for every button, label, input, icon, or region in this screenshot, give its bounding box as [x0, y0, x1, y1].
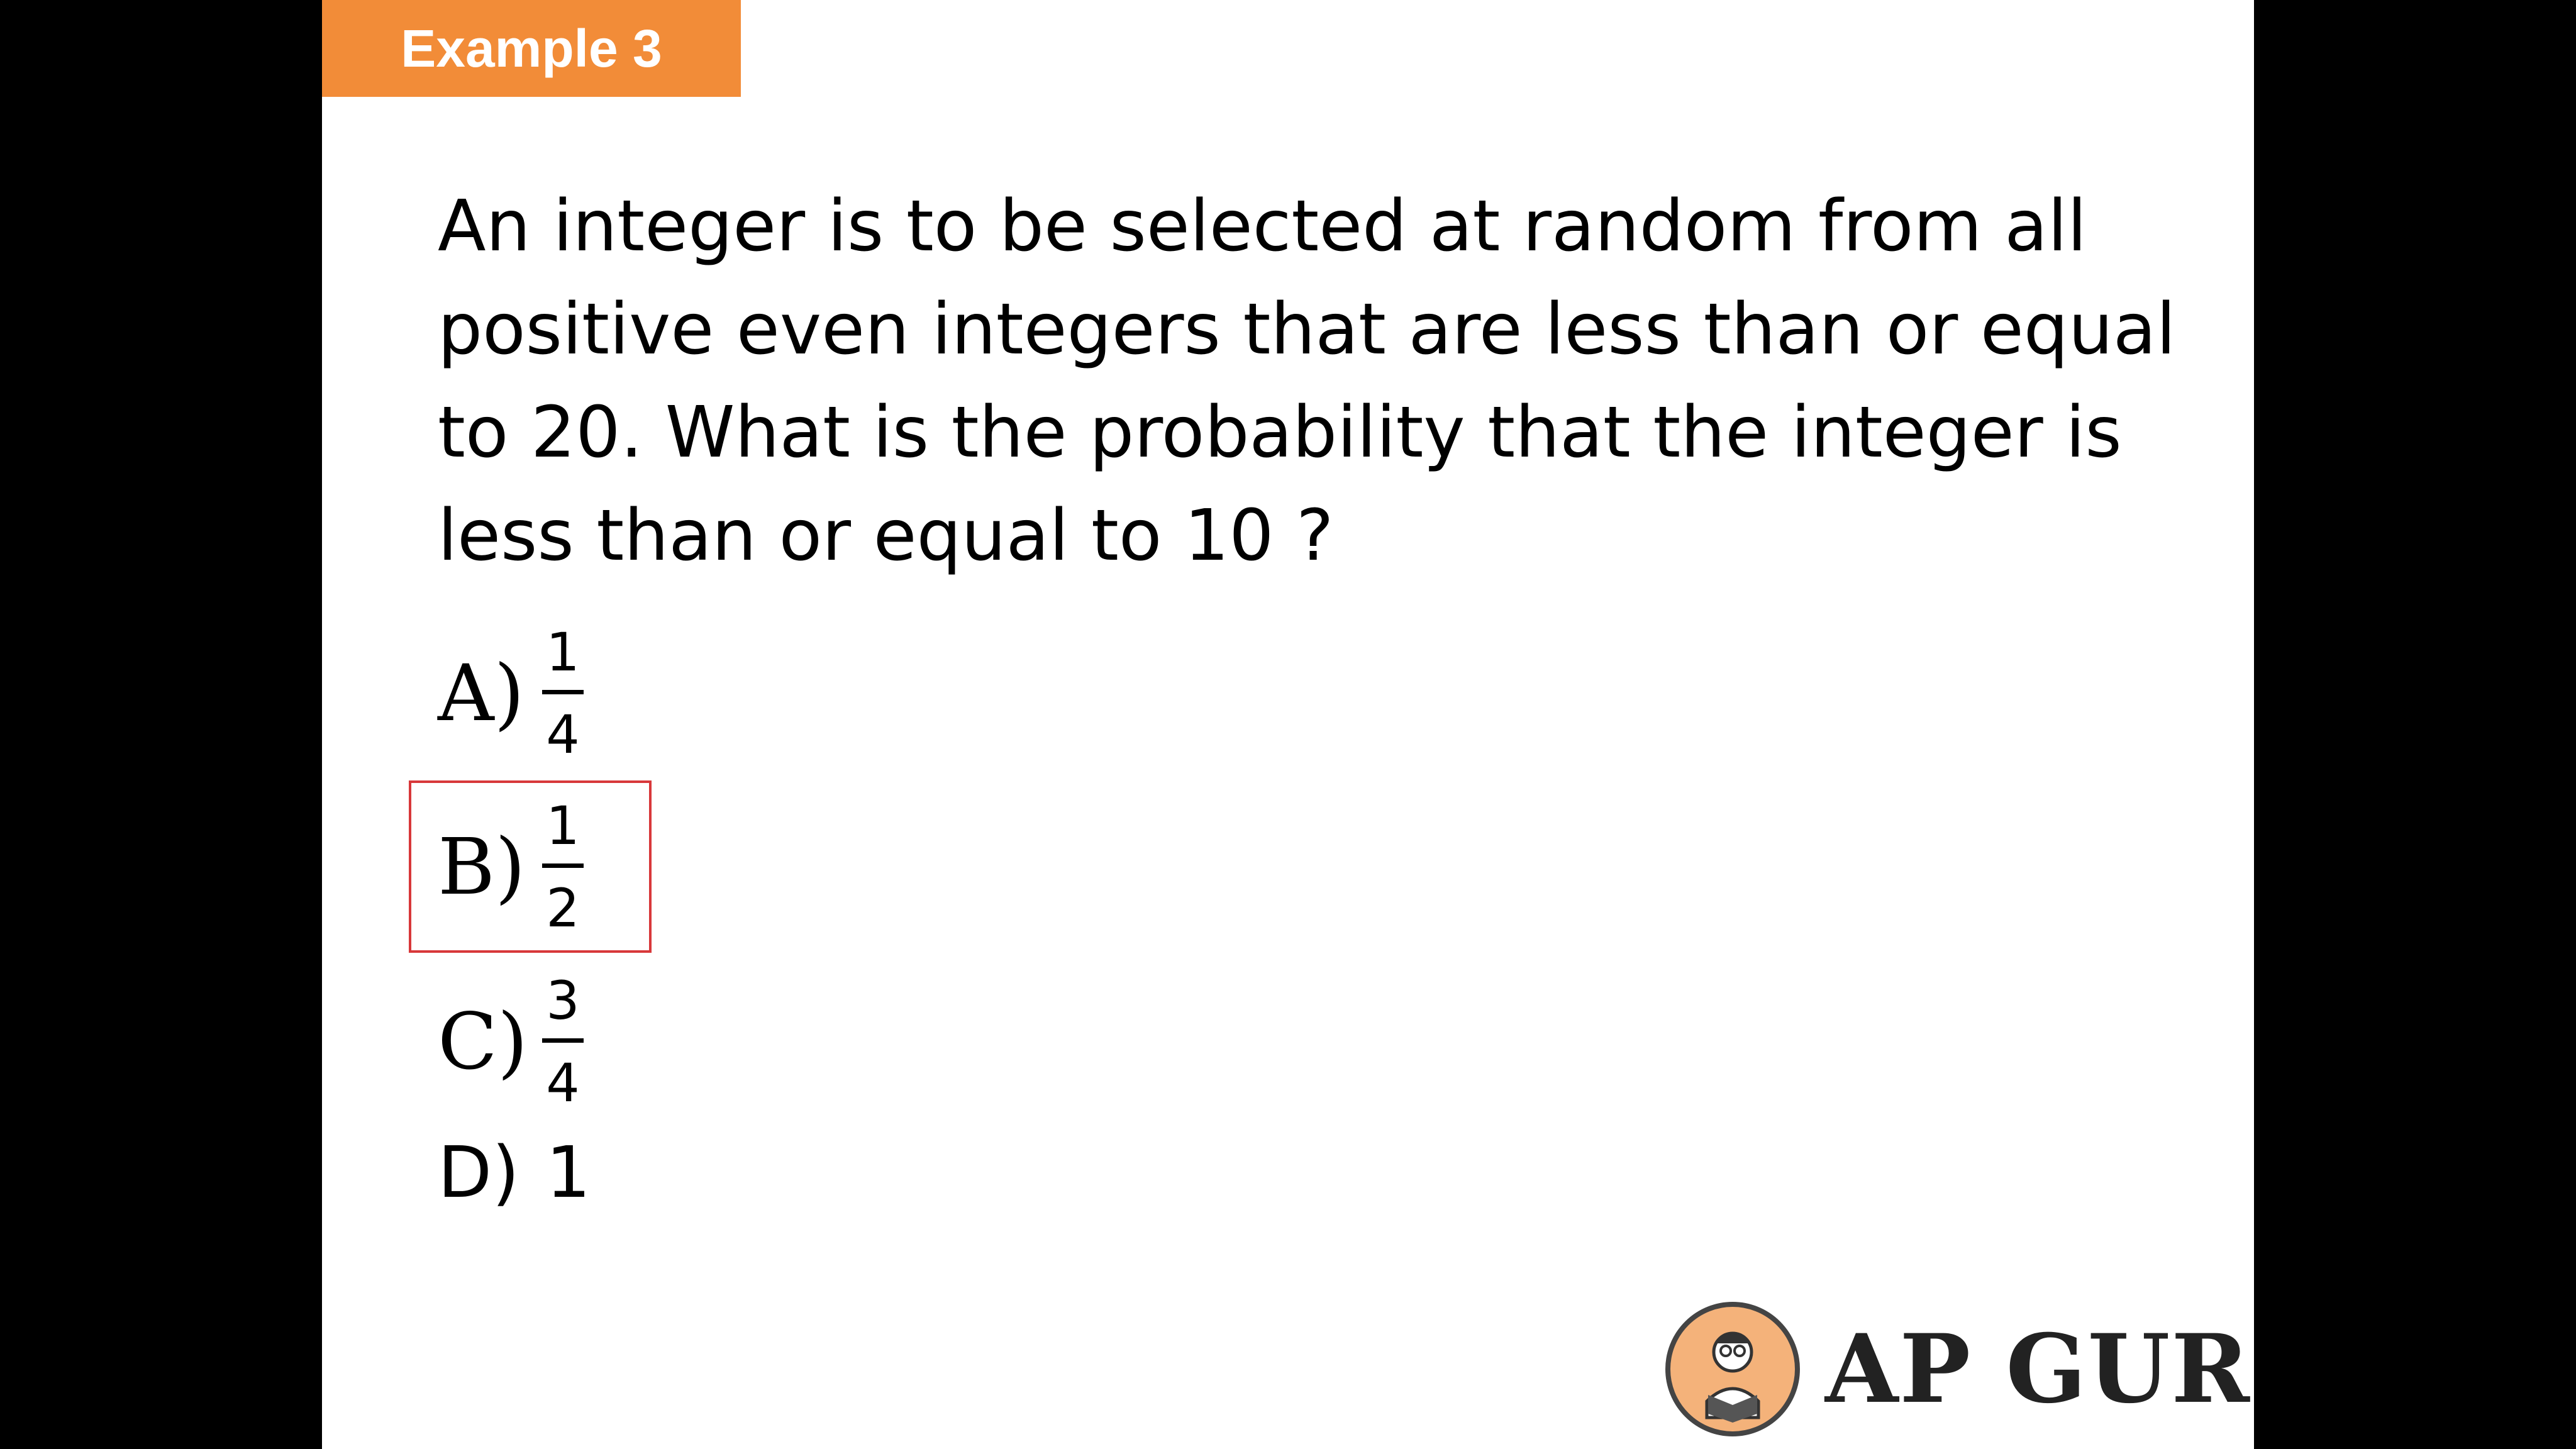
example-tag: Example 3 [322, 0, 741, 97]
option-b-denominator: 2 [546, 877, 580, 939]
example-tag-label: Example 3 [401, 18, 662, 78]
option-a-fraction: 1 4 [542, 619, 584, 767]
option-c-letter: C) [438, 996, 528, 1087]
question-text: An integer is to be selected at random f… [438, 175, 2211, 587]
question-line: positive even integers that are less tha… [438, 289, 2176, 370]
screen: Example 3 An integer is to be selected a… [0, 0, 2576, 1449]
question-line: to 20. What is the probability that the … [438, 392, 2122, 474]
fraction-bar [542, 863, 584, 868]
option-b: B) 1 2 [438, 793, 584, 941]
option-d: D) 1 [438, 1132, 591, 1214]
logo-text: AP GURU [1825, 1314, 2254, 1424]
question-line: An integer is to be selected at random f… [438, 186, 2087, 267]
option-a-numerator: 1 [546, 621, 580, 683]
reader-mascot-icon [1665, 1302, 1800, 1436]
question-line: less than or equal to 10 ? [438, 495, 1334, 577]
ap-guru-logo: AP GURU [1665, 1302, 2254, 1436]
option-d-letter: D) [438, 1132, 519, 1214]
option-a-letter: A) [438, 648, 525, 739]
option-c-denominator: 4 [546, 1052, 580, 1114]
option-d-value: 1 [546, 1132, 591, 1214]
fraction-bar [542, 690, 584, 694]
fraction-bar [542, 1038, 584, 1043]
option-b-letter: B) [438, 821, 526, 913]
option-c: C) 3 4 [438, 968, 584, 1116]
option-a-denominator: 4 [546, 704, 580, 765]
option-b-numerator: 1 [546, 795, 580, 857]
slide: Example 3 An integer is to be selected a… [322, 0, 2254, 1449]
option-a: A) 1 4 [438, 619, 584, 767]
option-b-fraction: 1 2 [542, 793, 584, 941]
option-c-fraction: 3 4 [542, 968, 584, 1116]
option-c-numerator: 3 [546, 970, 580, 1031]
